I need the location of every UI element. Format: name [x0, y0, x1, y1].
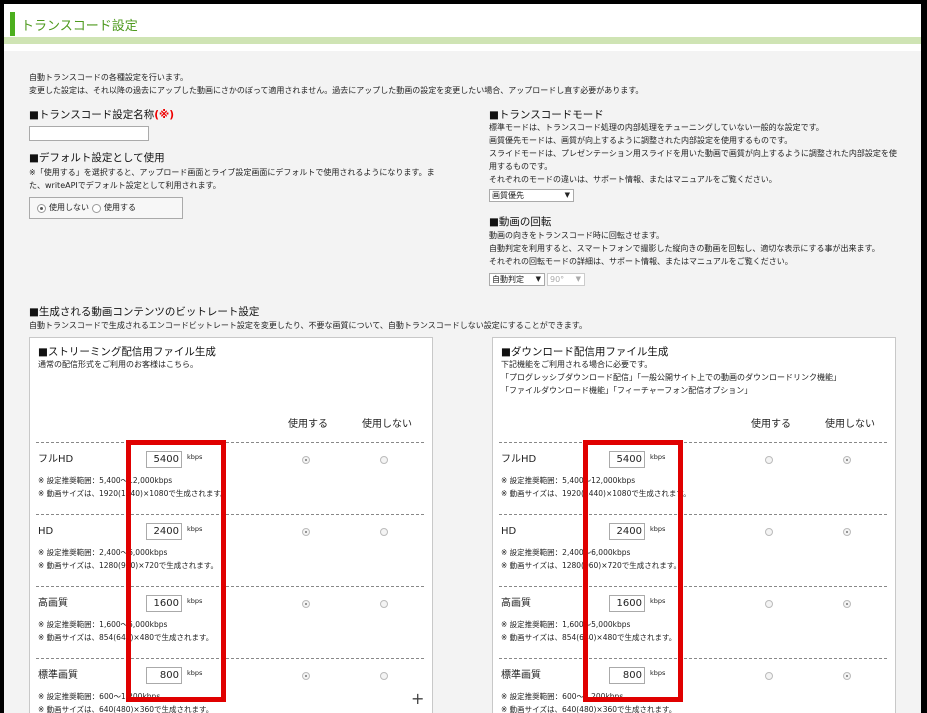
divider	[499, 658, 887, 659]
quality-label: フルHD	[38, 454, 74, 465]
default-no-option[interactable]: 使用しない	[37, 202, 89, 214]
video-size-note: ※ 動画サイズは、640(480)×360で生成されます。	[501, 705, 677, 713]
required-mark: (※)	[154, 109, 175, 121]
app-window: トランスコード設定 自動トランスコードの各種設定を行います。 変更した設定は、そ…	[4, 4, 921, 713]
header-accent-bar	[10, 12, 15, 36]
download-desc: 下記機能をご利用される場合に必要です。	[501, 360, 653, 369]
default-setting-desc: た、writeAPIでデフォルト設定として利用されます。	[29, 181, 221, 190]
col-nouse-header: 使用しない	[825, 419, 875, 430]
use-radio[interactable]	[765, 600, 773, 608]
default-setting-radio-group: 使用しない 使用する	[29, 197, 183, 219]
transcode-mode-desc: 画質優先モードは、画質が向上するように調整された内部設定を使用するものです。	[489, 136, 793, 145]
use-radio[interactable]	[302, 528, 310, 536]
highlight-box	[583, 440, 683, 702]
rotation-mode-value: 自動判定	[492, 275, 524, 284]
default-no-radio[interactable]	[37, 203, 46, 213]
quality-label: HD	[38, 526, 54, 537]
download-title: ■ダウンロード配信用ファイル生成	[501, 346, 669, 358]
crosshair-cursor-icon: +	[411, 689, 425, 708]
download-desc: 「ファイルダウンロード機能」「フィーチャーフォン配信オプション」	[501, 386, 753, 395]
download-panel: ■ダウンロード配信用ファイル生成 下記機能をご利用される場合に必要です。 「プロ…	[492, 337, 896, 713]
nouse-radio[interactable]	[843, 600, 851, 608]
use-radio[interactable]	[302, 672, 310, 680]
transcode-mode-value: 画質優先	[492, 191, 524, 200]
col-use-header: 使用する	[288, 419, 328, 430]
divider	[499, 514, 887, 515]
bitrate-desc: 自動トランスコードで生成されるエンコードビットレート設定を変更したり、不要な画質…	[29, 321, 587, 330]
setting-name-label: ■トランスコード設定名称(※)	[29, 109, 175, 121]
divider	[499, 586, 887, 587]
intro-text: 自動トランスコードの各種設定を行います。	[29, 73, 189, 82]
transcode-mode-desc: それぞれのモードの違いは、サポート情報、またはマニュアルをご覧ください。	[489, 175, 777, 184]
nouse-radio[interactable]	[380, 600, 388, 608]
quality-label: HD	[501, 526, 517, 537]
nouse-radio[interactable]	[380, 456, 388, 464]
streaming-title: ■ストリーミング配信用ファイル生成	[38, 346, 216, 358]
use-radio[interactable]	[765, 456, 773, 464]
rotation-desc: 自動判定を利用すると、スマートフォンで撮影した縦向きの動画を回転し、適切な表示に…	[489, 244, 880, 253]
divider	[36, 658, 424, 659]
download-desc: 「プログレッシブダウンロード配信」「一般公開サイト上での動画のダウンロードリンク…	[501, 373, 841, 382]
bitrate-label: ■生成される動画コンテンツのビットレート設定	[29, 306, 260, 318]
transcode-mode-desc: 用するものです。	[489, 162, 553, 171]
divider	[499, 442, 887, 443]
nouse-radio[interactable]	[843, 456, 851, 464]
streaming-panel: ■ストリーミング配信用ファイル生成 通常の配信形式をご利用のお客様はこちら。 使…	[29, 337, 433, 713]
rotation-label: ■動画の回転	[489, 216, 552, 228]
video-size-note: ※ 動画サイズは、640(480)×360で生成されます。	[38, 705, 214, 713]
chevron-down-icon: ▼	[575, 275, 581, 283]
col-use-header: 使用する	[751, 419, 791, 430]
quality-label: フルHD	[501, 454, 537, 465]
highlight-box	[126, 440, 226, 702]
streaming-desc: 通常の配信形式をご利用のお客様はこちら。	[38, 360, 198, 369]
intro-text: 変更した設定は、それ以降の過去にアップした動画にさかのぼって適用されません。過去…	[29, 86, 644, 95]
default-setting-label: ■デフォルト設定として使用	[29, 152, 165, 164]
divider	[36, 442, 424, 443]
transcode-mode-label: ■トランスコードモード	[489, 109, 604, 121]
settings-content: 自動トランスコードの各種設定を行います。 変更した設定は、それ以降の過去にアップ…	[4, 51, 921, 713]
rotation-desc: 動画の向きをトランスコード時に回転させます。	[489, 231, 665, 240]
nouse-radio[interactable]	[380, 672, 388, 680]
divider	[36, 586, 424, 587]
col-nouse-header: 使用しない	[362, 419, 412, 430]
nouse-radio[interactable]	[843, 672, 851, 680]
use-radio[interactable]	[302, 456, 310, 464]
setting-name-input[interactable]	[29, 126, 149, 141]
quality-label: 標準画質	[501, 670, 541, 681]
transcode-mode-desc: 標準モードは、トランスコード処理の内部処理をチューニングしていない一般的な設定で…	[489, 123, 824, 132]
default-setting-desc: ※「使用する」を選択すると、アップロード画面とライブ設定画面にデフォルトで使用さ…	[29, 168, 435, 177]
use-radio[interactable]	[765, 528, 773, 536]
default-yes-label: 使用する	[104, 203, 136, 212]
default-yes-radio[interactable]	[92, 203, 101, 213]
use-radio[interactable]	[765, 672, 773, 680]
chevron-down-icon: ▼	[535, 275, 541, 283]
default-no-label: 使用しない	[49, 203, 89, 212]
quality-label: 高画質	[38, 598, 68, 609]
quality-label: 標準画質	[38, 670, 78, 681]
rotation-angle-value: 90°	[550, 275, 565, 284]
nouse-radio[interactable]	[380, 528, 388, 536]
divider	[36, 514, 424, 515]
use-radio[interactable]	[302, 600, 310, 608]
default-yes-option[interactable]: 使用する	[92, 202, 136, 214]
transcode-mode-desc: スライドモードは、プレゼンテーション用スライドを用いた動画で画質が向上するように…	[489, 149, 897, 158]
chevron-down-icon: ▼	[564, 191, 570, 199]
nouse-radio[interactable]	[843, 528, 851, 536]
transcode-mode-select[interactable]: 画質優先 ▼	[489, 189, 574, 202]
page-header: トランスコード設定	[4, 4, 921, 44]
rotation-desc: それぞれの回転モードの詳細は、サポート情報、またはマニュアルをご覧ください。	[489, 257, 793, 266]
rotation-mode-select[interactable]: 自動判定 ▼	[489, 273, 545, 286]
quality-label: 高画質	[501, 598, 531, 609]
rotation-angle-select[interactable]: 90° ▼	[547, 273, 585, 286]
page-title: トランスコード設定	[21, 19, 138, 34]
